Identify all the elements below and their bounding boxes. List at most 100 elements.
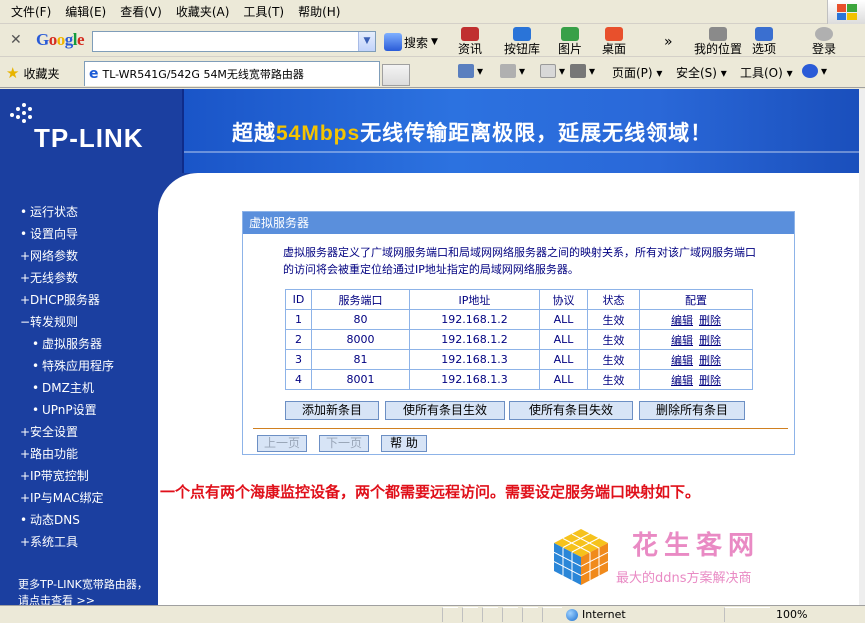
sidebar-item-label: 动态DNS bbox=[30, 513, 80, 527]
next-page-button[interactable]: 下一页 bbox=[319, 435, 369, 452]
star-icon: ★ bbox=[6, 64, 20, 82]
sign-in-button[interactable]: 登录 bbox=[812, 27, 836, 56]
tp-link-logo: TP-LINK bbox=[0, 89, 182, 173]
printer-icon bbox=[570, 64, 586, 78]
images-button[interactable]: 图片 bbox=[558, 27, 582, 56]
bullet-icon: + bbox=[20, 447, 31, 461]
menu-file[interactable]: 文件(F) bbox=[4, 0, 58, 24]
print-button[interactable]: ▾ bbox=[570, 64, 595, 78]
sidebar-item[interactable]: • 运行状态 bbox=[0, 201, 158, 223]
globe-icon bbox=[566, 608, 578, 621]
table-row: 2 8000 192.168.1.2 ALL 生效 编辑 删除 bbox=[285, 329, 753, 350]
cube-logo-icon bbox=[553, 529, 609, 585]
edit-link[interactable]: 编辑 bbox=[671, 314, 693, 327]
rss-icon bbox=[500, 64, 516, 78]
delete-all-button[interactable]: 删除所有条目 bbox=[639, 401, 745, 420]
sidebar-item[interactable]: • 虚拟服务器 bbox=[0, 333, 158, 355]
home-button[interactable]: ▾ bbox=[458, 64, 483, 78]
table-cell: 192.168.1.3 bbox=[409, 369, 540, 390]
table-cell: 192.168.1.2 bbox=[409, 309, 540, 330]
mail-button[interactable]: ▾ bbox=[540, 64, 565, 78]
sidebar-item[interactable]: +IP带宽控制 bbox=[0, 465, 158, 487]
new-tab-button[interactable] bbox=[382, 64, 410, 86]
sidebar-item[interactable]: • 设置向导 bbox=[0, 223, 158, 245]
prev-page-button[interactable]: 上一页 bbox=[257, 435, 307, 452]
menu-edit[interactable]: 编辑(E) bbox=[58, 0, 113, 24]
delete-link[interactable]: 删除 bbox=[699, 314, 721, 327]
safety-menu[interactable]: 安全(S) ▾ bbox=[676, 64, 727, 81]
sidebar-item[interactable]: +系统工具 bbox=[0, 531, 158, 553]
sidebar-item[interactable]: • 动态DNS bbox=[0, 509, 158, 531]
google-search-input[interactable]: ▼ bbox=[92, 31, 376, 52]
delete-link[interactable]: 删除 bbox=[699, 354, 721, 367]
table-cell-actions: 编辑 删除 bbox=[639, 349, 753, 370]
sidebar-item[interactable]: +安全设置 bbox=[0, 421, 158, 443]
menu-favorites[interactable]: 收藏夹(A) bbox=[169, 0, 237, 24]
sidebar-nav: • 运行状态 • 设置向导 +网络参数 +无线参数 +DHCP服务器 −转发规则 • 虚拟服务器 •… bbox=[0, 201, 158, 553]
table-cell: 生效 bbox=[587, 349, 640, 370]
sidebar-item-label: 设置向导 bbox=[30, 227, 79, 241]
edit-link[interactable]: 编辑 bbox=[671, 374, 693, 387]
menu-tools[interactable]: 工具(T) bbox=[236, 0, 291, 24]
page-menu[interactable]: 页面(P) ▾ bbox=[612, 64, 662, 81]
bullet-icon: + bbox=[20, 249, 31, 263]
my-location-button[interactable]: 我的位置 bbox=[694, 27, 742, 56]
edit-link[interactable]: 编辑 bbox=[671, 354, 693, 367]
search-icon bbox=[384, 33, 402, 51]
router-header: TP-LINK 超越54Mbps无线传输距离极限，延展无线领域！ bbox=[0, 89, 859, 173]
table-row: 4 8001 192.168.1.3 ALL 生效 编辑 删除 bbox=[285, 369, 753, 390]
disable-all-button[interactable]: 使所有条目失效 bbox=[509, 401, 633, 420]
sidebar-item[interactable]: • DMZ主机 bbox=[0, 377, 158, 399]
sidebar-item-label: 网络参数 bbox=[30, 249, 79, 263]
sidebar-item-label: IP带宽控制 bbox=[30, 469, 89, 483]
table-cell: 80 bbox=[311, 309, 410, 330]
favorites-button[interactable]: ★ 收藏夹 bbox=[6, 64, 59, 82]
sidebar-item[interactable]: +路由功能 bbox=[0, 443, 158, 465]
slogan-banner: 超越54Mbps无线传输距离极限，延展无线领域！ bbox=[184, 89, 859, 173]
edit-link[interactable]: 编辑 bbox=[671, 334, 693, 347]
sidebar-item[interactable]: +无线参数 bbox=[0, 267, 158, 289]
chevron-down-icon[interactable]: ▼ bbox=[358, 32, 375, 51]
help-button[interactable]: ▾ bbox=[802, 64, 827, 78]
news-button[interactable]: 资讯 bbox=[458, 27, 482, 56]
vertical-scrollbar[interactable] bbox=[859, 89, 865, 605]
virtual-server-table: ID 服务端口 IP地址 协议 状态 配置 1 80 192.168.1.2 ALL 生… bbox=[285, 289, 753, 390]
google-logo[interactable]: Google bbox=[36, 30, 85, 50]
sidebar-item-label: 路由功能 bbox=[30, 447, 79, 461]
sidebar-item[interactable]: +IP与MAC绑定 bbox=[0, 487, 158, 509]
sidebar-item[interactable]: −转发规则 bbox=[0, 311, 158, 333]
delete-link[interactable]: 删除 bbox=[699, 334, 721, 347]
more-products-link[interactable]: 更多TP-LINK宽带路由器，请点击查看 >> bbox=[18, 577, 148, 605]
tools-menu[interactable]: 工具(O) ▾ bbox=[740, 64, 793, 81]
add-entry-button[interactable]: 添加新条目 bbox=[285, 401, 379, 420]
options-button[interactable]: 选项 bbox=[752, 27, 776, 56]
feeds-button[interactable]: ▾ bbox=[500, 64, 525, 78]
sidebar-item[interactable]: +DHCP服务器 bbox=[0, 289, 158, 311]
sidebar-item[interactable]: • UPnP设置 bbox=[0, 399, 158, 421]
logo-dots-icon bbox=[8, 103, 34, 129]
table-cell: ALL bbox=[539, 369, 588, 390]
ie-icon: e bbox=[89, 66, 99, 82]
menu-view[interactable]: 查看(V) bbox=[113, 0, 169, 24]
more-chevron-icon[interactable]: » bbox=[664, 29, 673, 55]
column-header: 配置 bbox=[639, 289, 753, 310]
sidebar-item[interactable]: • 特殊应用程序 bbox=[0, 355, 158, 377]
google-search-button[interactable]: 搜索 ▼ bbox=[384, 29, 438, 55]
close-toolbar-icon[interactable]: ✕ bbox=[10, 32, 22, 48]
enable-all-button[interactable]: 使所有条目生效 bbox=[385, 401, 505, 420]
delete-link[interactable]: 删除 bbox=[699, 374, 721, 387]
sidebar-item-label: DMZ主机 bbox=[42, 381, 94, 395]
desktop-button[interactable]: 桌面 bbox=[602, 27, 626, 56]
table-cell: 192.168.1.2 bbox=[409, 329, 540, 350]
menu-help[interactable]: 帮助(H) bbox=[291, 0, 347, 24]
tab-router[interactable]: e TL-WR541G/542G 54M无线宽带路由器 bbox=[84, 61, 380, 86]
sidebar-item-label: IP与MAC绑定 bbox=[30, 491, 104, 505]
help-icon bbox=[802, 64, 818, 78]
table-row: 1 80 192.168.1.2 ALL 生效 编辑 删除 bbox=[285, 309, 753, 330]
button-gallery-button[interactable]: 按钮库 bbox=[504, 27, 540, 56]
bullet-icon: − bbox=[20, 315, 31, 329]
zoom-level[interactable]: 100% bbox=[776, 608, 807, 621]
sidebar-item-label: 运行状态 bbox=[30, 205, 79, 219]
sidebar-item[interactable]: +网络参数 bbox=[0, 245, 158, 267]
help-page-button[interactable]: 帮 助 bbox=[381, 435, 427, 452]
